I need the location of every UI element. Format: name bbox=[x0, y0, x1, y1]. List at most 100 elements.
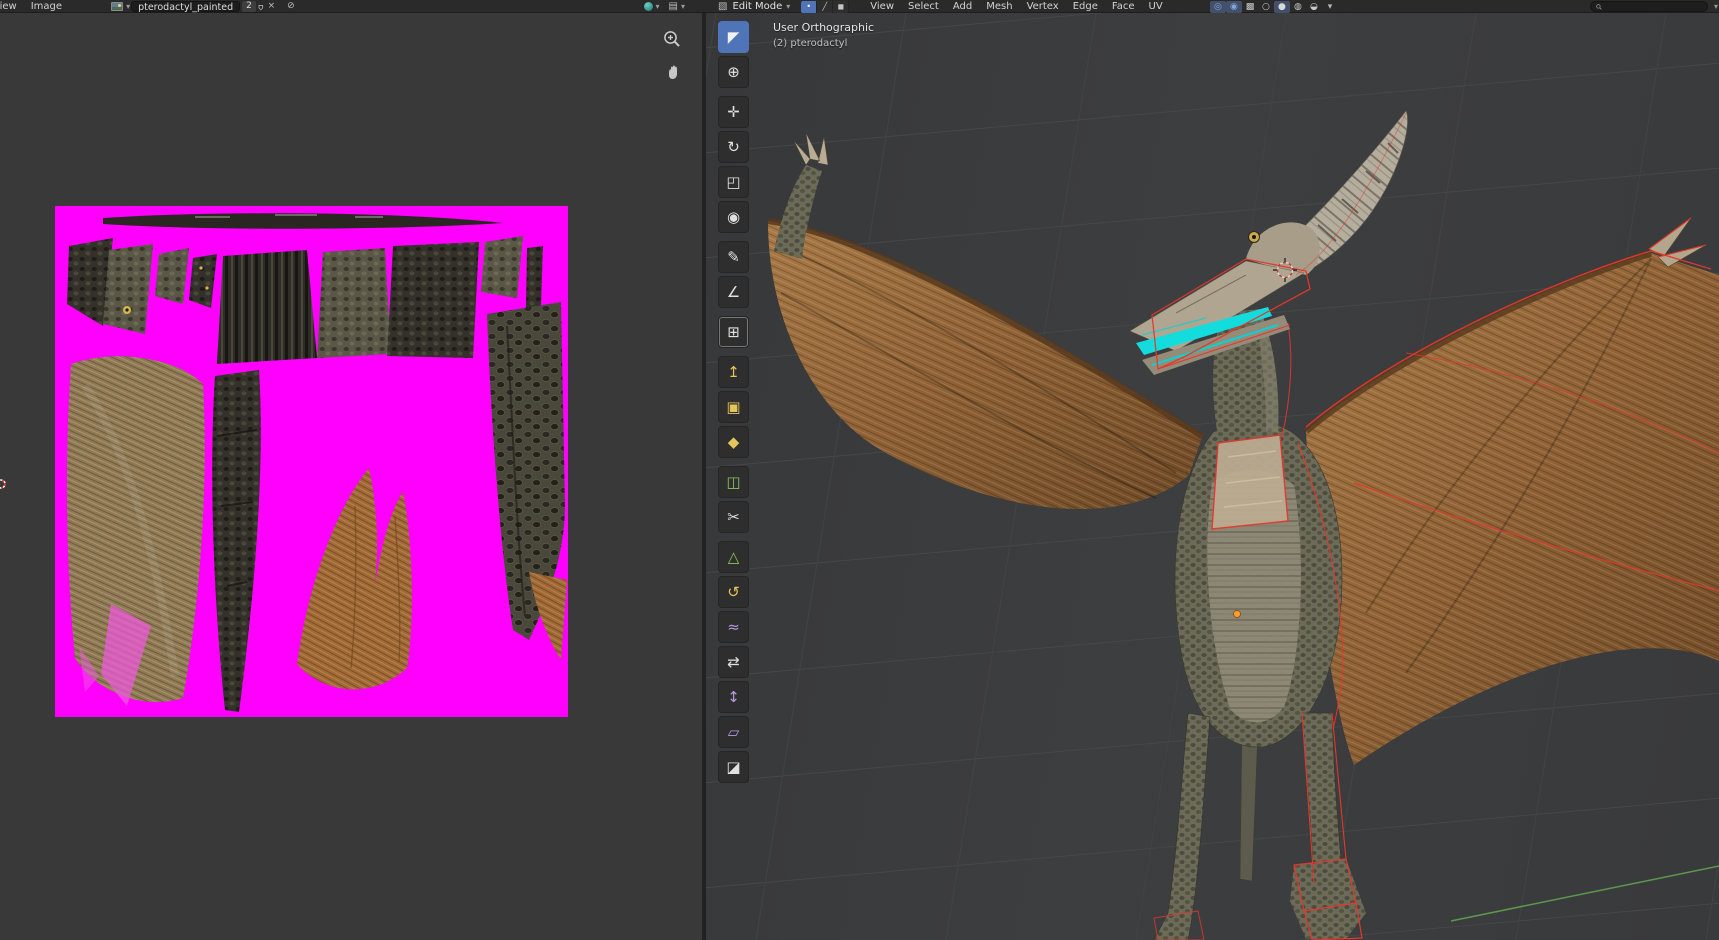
shading-material-icon[interactable]: ◍ bbox=[1290, 1, 1306, 13]
tool-loop-cut-icon: ◫ bbox=[726, 475, 740, 490]
tool-loop-cut[interactable]: ◫ bbox=[718, 466, 749, 498]
refresh-chevron-icon[interactable]: ▾ bbox=[656, 2, 660, 11]
tool-shear-icon: ▱ bbox=[728, 725, 740, 740]
mode-chevron-icon: ▾ bbox=[786, 2, 790, 11]
tool-move[interactable]: ✛ bbox=[718, 96, 749, 128]
left-wing bbox=[768, 133, 1203, 509]
image-datablock-selector: ▾ pterodactyl_painted 2 ⌂ × ⊘ bbox=[109, 0, 297, 13]
menu-uv[interactable]: UV bbox=[1142, 1, 1170, 12]
tool-spin[interactable]: ↺ bbox=[718, 576, 749, 608]
tool-extrude-region[interactable]: ↥ bbox=[718, 356, 749, 388]
object-origin-dot bbox=[1234, 611, 1241, 618]
tool-cursor[interactable]: ⊕ bbox=[718, 56, 749, 88]
editor-nav-controls bbox=[660, 29, 684, 81]
menu-select[interactable]: Select bbox=[901, 1, 946, 12]
tool-transform-icon: ◉ bbox=[727, 210, 740, 225]
head bbox=[1130, 111, 1407, 375]
tool-bevel[interactable]: ◆ bbox=[718, 426, 749, 458]
shading-wireframe-icon[interactable]: ○ bbox=[1258, 1, 1274, 13]
show-overlays-icon[interactable]: ◉ bbox=[1226, 1, 1242, 13]
tool-add-cube-icon: ⊞ bbox=[727, 325, 740, 340]
tool-annotate-icon: ✎ bbox=[727, 250, 740, 265]
shading-solid-icon[interactable]: ● bbox=[1274, 1, 1290, 13]
vertex-select-button[interactable]: • bbox=[801, 1, 817, 13]
menu-edge[interactable]: Edge bbox=[1066, 1, 1105, 12]
users-count-button[interactable]: 2 bbox=[242, 1, 256, 12]
tool-select-box[interactable]: ◤ bbox=[718, 21, 749, 53]
tool-rip-region-icon: ◪ bbox=[726, 760, 740, 775]
tail bbox=[1240, 729, 1258, 881]
tool-rotate[interactable]: ↻ bbox=[718, 131, 749, 163]
right-wing bbox=[1306, 218, 1719, 765]
pan-hand-icon[interactable] bbox=[662, 61, 682, 81]
channels-chevron-icon[interactable]: ▾ bbox=[681, 2, 685, 11]
viewport-header: ▧ Edit Mode ▾ •╱◼ ViewSelectAddMeshVerte… bbox=[706, 0, 1719, 13]
image-browse-chevron-icon[interactable]: ▾ bbox=[126, 2, 130, 11]
toolbar: ◤ ⊕ ✛↻ ◰ ◉ ✎ ∠ ⊞ ↥ ▣ ◆ ◫ ✂ △ ↺ ≈ ⇄ ↕ ▱ ◪ bbox=[718, 13, 749, 940]
menu-view[interactable]: View bbox=[0, 1, 24, 12]
uv-editor-header: ViewImage ▾ pterodactyl_painted 2 ⌂ × ⊘ … bbox=[0, 0, 702, 13]
tool-annotate[interactable]: ✎ bbox=[718, 241, 749, 273]
image-name-field[interactable]: pterodactyl_painted bbox=[131, 1, 240, 12]
axis-y-green bbox=[1451, 866, 1719, 921]
cursor-2d bbox=[0, 479, 6, 489]
tool-shrink-fatten-icon: ↕ bbox=[727, 690, 740, 705]
shading-dropdown-icon[interactable]: ▾ bbox=[1322, 1, 1338, 13]
menu-view[interactable]: View bbox=[863, 1, 901, 12]
menu-mesh[interactable]: Mesh bbox=[979, 1, 1019, 12]
tool-scale-icon: ◰ bbox=[726, 175, 740, 190]
active-object-label: (2) pterodactyl bbox=[773, 38, 847, 49]
tool-inset-faces[interactable]: ▣ bbox=[718, 391, 749, 423]
uv-texture-canvas bbox=[55, 206, 568, 717]
menu-image[interactable]: Image bbox=[24, 1, 69, 12]
tool-measure-icon: ∠ bbox=[727, 285, 740, 300]
tool-rip-region[interactable]: ◪ bbox=[718, 751, 749, 783]
face-select-button[interactable]: ◼ bbox=[833, 1, 849, 13]
uv-header-right-cluster: ▾ ▤ ▾ bbox=[642, 0, 686, 13]
shading-rendered-icon[interactable]: ◒ bbox=[1306, 1, 1322, 13]
pin-icon[interactable]: ⊘ bbox=[287, 0, 295, 13]
tool-inset-faces-icon: ▣ bbox=[726, 400, 740, 415]
tool-scale[interactable]: ◰ bbox=[718, 166, 749, 198]
tool-cursor-icon: ⊕ bbox=[727, 65, 740, 80]
viewport-3d[interactable]: User Orthographic (2) pterodactyl ◤ ⊕ ✛↻ ◰ ◉… bbox=[706, 13, 1719, 940]
search-box[interactable] bbox=[1590, 1, 1708, 12]
tool-extrude-region-icon: ↥ bbox=[727, 365, 740, 380]
toggle-xray-icon[interactable]: ▩ bbox=[1242, 1, 1258, 13]
tool-spin-icon: ↺ bbox=[727, 585, 740, 600]
tool-edge-slide-icon: ⇄ bbox=[727, 655, 740, 670]
chest-plate-face bbox=[1212, 435, 1288, 529]
search-input[interactable] bbox=[1602, 1, 1702, 13]
unlink-button[interactable]: × bbox=[268, 0, 276, 13]
zoom-in-icon[interactable] bbox=[662, 29, 682, 49]
tool-smooth[interactable]: ≈ bbox=[718, 611, 749, 643]
mode-selector[interactable]: ▧ Edit Mode ▾ bbox=[716, 0, 791, 13]
uv-image-editor[interactable] bbox=[0, 13, 702, 940]
show-gizmo-icon[interactable]: ◎ bbox=[1210, 1, 1226, 13]
tool-shear[interactable]: ▱ bbox=[718, 716, 749, 748]
edge-select-button[interactable]: ╱ bbox=[817, 1, 833, 13]
tool-transform[interactable]: ◉ bbox=[718, 201, 749, 233]
tool-measure[interactable]: ∠ bbox=[718, 276, 749, 308]
blender-window: ViewImage ▾ pterodactyl_painted 2 ⌂ × ⊘ … bbox=[0, 0, 1719, 940]
menu-add[interactable]: Add bbox=[946, 1, 979, 12]
pterodactyl-model[interactable] bbox=[768, 111, 1719, 940]
menu-vertex[interactable]: Vertex bbox=[1020, 1, 1066, 12]
menu-face[interactable]: Face bbox=[1105, 1, 1142, 12]
tool-add-cube[interactable]: ⊞ bbox=[718, 316, 749, 348]
uv-menubar: ViewImage bbox=[0, 1, 69, 12]
refresh-orb-icon[interactable] bbox=[644, 2, 653, 11]
tool-edge-slide[interactable]: ⇄ bbox=[718, 646, 749, 678]
view-name-label: User Orthographic bbox=[773, 21, 874, 34]
shield-icon[interactable]: ⌂ bbox=[258, 0, 264, 13]
uv-image[interactable] bbox=[55, 206, 568, 717]
image-datablock-icon[interactable] bbox=[111, 2, 123, 11]
tool-knife[interactable]: ✂ bbox=[718, 501, 749, 533]
header-more-icon[interactable]: ▾ bbox=[1714, 2, 1718, 11]
tool-shrink-fatten[interactable]: ↕ bbox=[718, 681, 749, 713]
tool-poly-build[interactable]: △ bbox=[718, 541, 749, 573]
viewport-canvas bbox=[706, 13, 1719, 940]
select-mode-buttons: •╱◼ bbox=[801, 1, 849, 13]
tool-poly-build-icon: △ bbox=[728, 550, 740, 565]
display-channels-icon[interactable]: ▤ bbox=[669, 0, 678, 13]
